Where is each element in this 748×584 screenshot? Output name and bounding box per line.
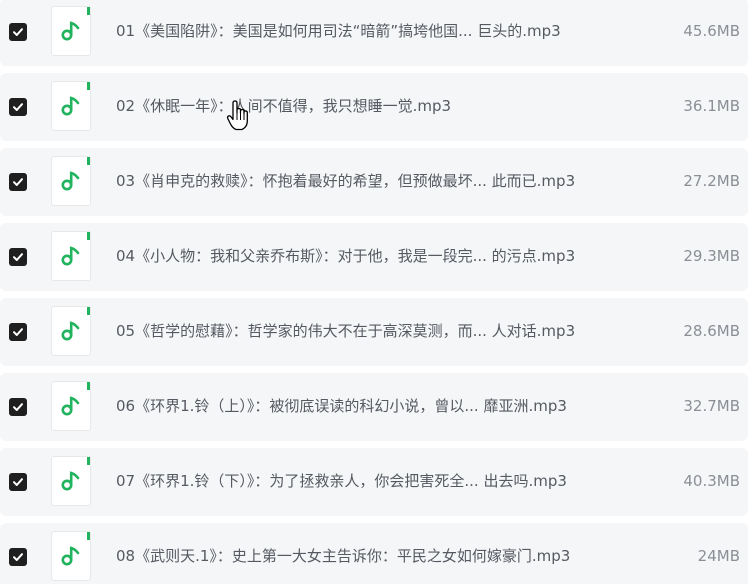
file-name[interactable]: 06《环界1.铃（上）》：被彻底误读的科幻小说，曾以... 靡亚洲.mp3 <box>116 396 636 416</box>
file-size: 29.3MB <box>683 247 740 265</box>
music-file-icon <box>51 156 91 206</box>
file-row[interactable]: 04《小人物：我和父亲乔布斯》：对于他，我是一段完... 的污点.mp3 29.… <box>0 223 748 291</box>
file-row[interactable]: 03《肖申克的救赎》：怀抱着最好的希望，但预做最坏... 此而已.mp3 27.… <box>0 148 748 216</box>
file-name[interactable]: 07《环界1.铃（下）》：为了拯救亲人，你会把害死全... 出去吗.mp3 <box>116 471 636 491</box>
row-checkbox[interactable] <box>9 323 27 341</box>
file-name[interactable]: 02《休眠一年》：人间不值得，我只想睡一觉.mp3 <box>116 96 636 116</box>
file-row[interactable]: 07《环界1.铃（下）》：为了拯救亲人，你会把害死全... 出去吗.mp3 40… <box>0 448 748 516</box>
file-size: 32.7MB <box>683 397 740 415</box>
checkmark-icon <box>13 553 23 561</box>
file-row[interactable]: 01《美国陷阱》：美国是如何用司法“暗箭”搞垮他国... 巨头的.mp3 45.… <box>0 0 748 66</box>
checkmark-icon <box>13 403 23 411</box>
row-checkbox[interactable] <box>9 98 27 116</box>
music-file-icon <box>51 6 91 56</box>
file-name[interactable]: 01《美国陷阱》：美国是如何用司法“暗箭”搞垮他国... 巨头的.mp3 <box>116 21 636 41</box>
file-name[interactable]: 03《肖申克的救赎》：怀抱着最好的希望，但预做最坏... 此而已.mp3 <box>116 171 636 191</box>
row-checkbox[interactable] <box>9 473 27 491</box>
file-size: 24MB <box>697 547 740 565</box>
checkmark-icon <box>13 28 23 36</box>
file-name[interactable]: 04《小人物：我和父亲乔布斯》：对于他，我是一段完... 的污点.mp3 <box>116 246 636 266</box>
row-checkbox[interactable] <box>9 173 27 191</box>
music-file-icon <box>51 381 91 431</box>
row-checkbox[interactable] <box>9 23 27 41</box>
file-name[interactable]: 08《武则天.1》：史上第一大女主告诉你：平民之女如何嫁豪门.mp3 <box>116 546 636 566</box>
music-file-icon <box>51 531 91 581</box>
file-name[interactable]: 05《哲学的慰藉》：哲学家的伟大不在于高深莫测，而... 人对话.mp3 <box>116 321 636 341</box>
row-checkbox[interactable] <box>9 248 27 266</box>
checkmark-icon <box>13 328 23 336</box>
file-row[interactable]: 08《武则天.1》：史上第一大女主告诉你：平民之女如何嫁豪门.mp3 24MB <box>0 523 748 584</box>
row-checkbox[interactable] <box>9 548 27 566</box>
music-file-icon <box>51 231 91 281</box>
file-size: 27.2MB <box>683 172 740 190</box>
file-size: 28.6MB <box>683 322 740 340</box>
file-size: 45.6MB <box>683 22 740 40</box>
music-file-icon <box>51 456 91 506</box>
checkmark-icon <box>13 478 23 486</box>
file-row[interactable]: 02《休眠一年》：人间不值得，我只想睡一觉.mp3 36.1MB <box>0 73 748 141</box>
file-size: 40.3MB <box>683 472 740 490</box>
row-checkbox[interactable] <box>9 398 27 416</box>
checkmark-icon <box>13 178 23 186</box>
music-file-icon <box>51 81 91 131</box>
checkmark-icon <box>13 103 23 111</box>
file-row[interactable]: 05《哲学的慰藉》：哲学家的伟大不在于高深莫测，而... 人对话.mp3 28.… <box>0 298 748 366</box>
file-list: 01《美国陷阱》：美国是如何用司法“暗箭”搞垮他国... 巨头的.mp3 45.… <box>0 0 748 584</box>
checkmark-icon <box>13 253 23 261</box>
music-file-icon <box>51 306 91 356</box>
file-row[interactable]: 06《环界1.铃（上）》：被彻底误读的科幻小说，曾以... 靡亚洲.mp3 32… <box>0 373 748 441</box>
file-size: 36.1MB <box>683 97 740 115</box>
